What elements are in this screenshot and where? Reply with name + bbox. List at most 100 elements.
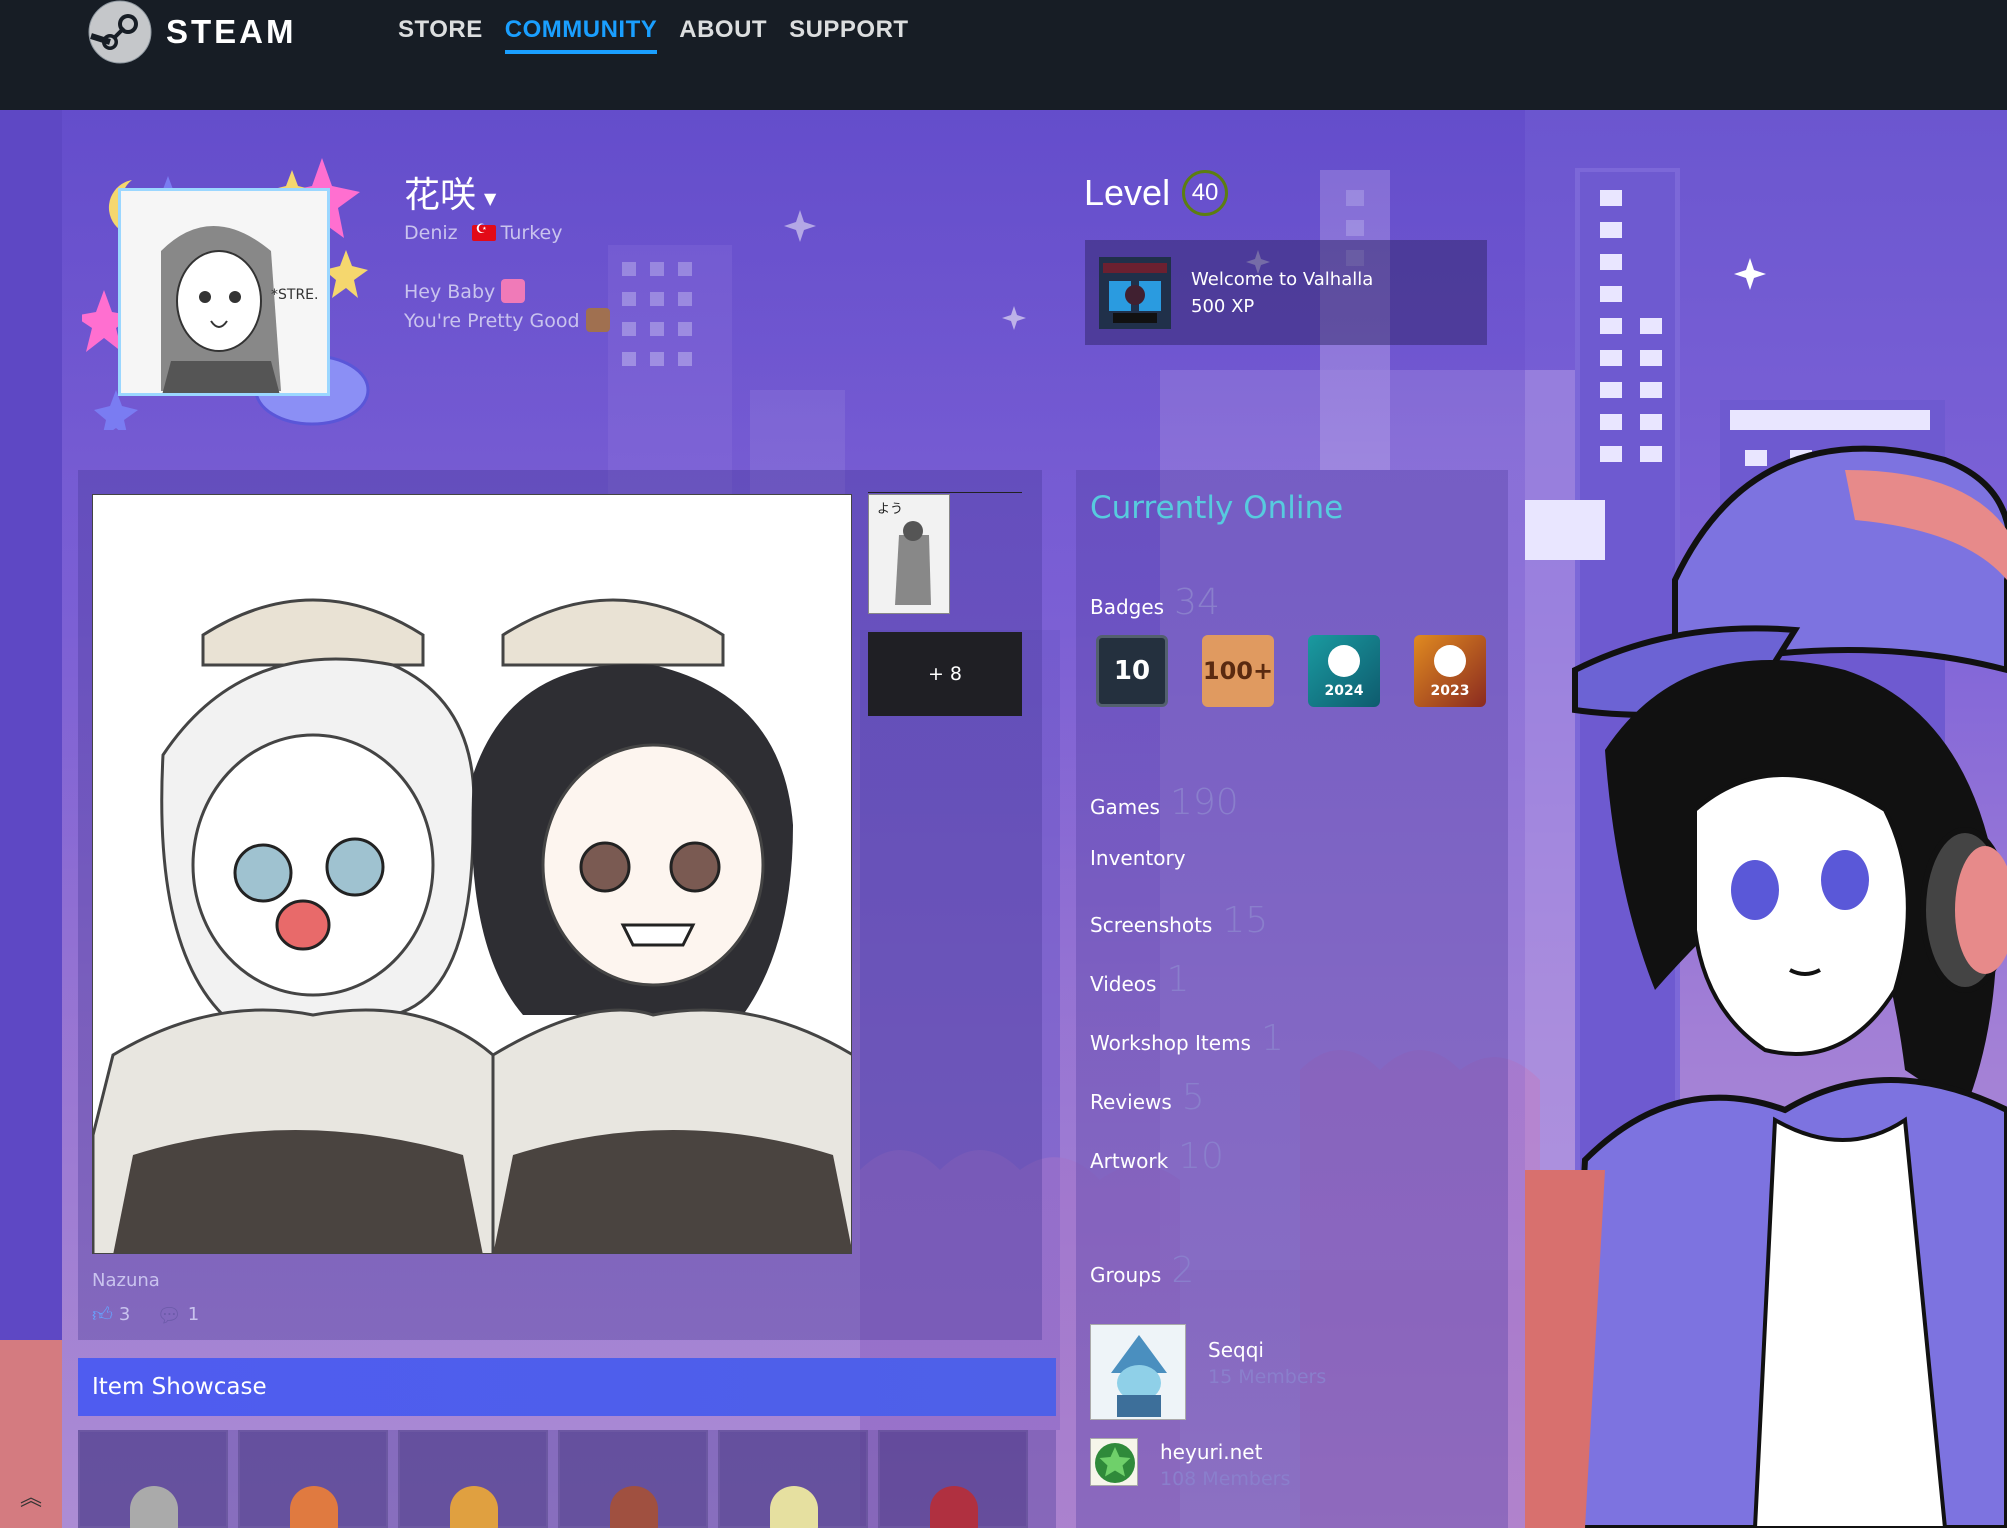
count-value: 2	[1171, 1250, 1195, 1291]
level-badge: 40	[1182, 170, 1229, 216]
badges-link[interactable]: Badges 34	[1090, 582, 1220, 623]
item-showcase	[78, 1430, 1056, 1528]
avatar-frame[interactable]: *STRE.	[82, 140, 378, 430]
avatar-image: *STRE.	[121, 191, 327, 393]
group-members: 15 Members	[1208, 1366, 1327, 1388]
count-label: Videos	[1090, 972, 1157, 996]
badge-name: Welcome to Valhalla	[1191, 268, 1374, 290]
item-showcase-header: Item Showcase	[78, 1358, 1056, 1416]
steam-logo[interactable]: STEAM	[88, 0, 297, 64]
item-emoticon-icon	[450, 1486, 498, 1528]
count-label: Screenshots	[1090, 913, 1213, 937]
group-item-seqqi[interactable]: Seqqi 15 Members	[1090, 1324, 1326, 1420]
steam-wordmark: STEAM	[166, 13, 297, 50]
persona-name-text: 花咲	[404, 175, 477, 216]
persona-name[interactable]: 花咲 ▼	[404, 166, 496, 218]
item-emoticon-icon	[610, 1486, 658, 1528]
country: Turkey	[500, 222, 563, 244]
favorite-badge[interactable]: Welcome to Valhalla 500 XP	[1085, 240, 1487, 345]
item-slot[interactable]	[718, 1430, 868, 1528]
workshop-link[interactable]: Workshop Items 1	[1090, 1018, 1284, 1059]
games-link[interactable]: Games 190	[1090, 782, 1239, 823]
group-info: heyuri.net 108 Members	[1160, 1426, 1290, 1490]
nav-store[interactable]: STORE	[398, 16, 483, 54]
count-label: Artwork	[1090, 1149, 1169, 1173]
count-label: Reviews	[1090, 1090, 1172, 1114]
location: Turkey	[471, 222, 563, 244]
count-value: 5	[1181, 1077, 1205, 1118]
videos-link[interactable]: Videos 1	[1090, 959, 1189, 1000]
turkey-flag-icon	[471, 222, 496, 241]
thumbnail-image: よう	[869, 495, 949, 613]
count-label: Inventory	[1090, 846, 1186, 870]
steam-replay-2024-badge[interactable]: 2024	[1308, 635, 1380, 707]
item-slot[interactable]	[398, 1430, 548, 1528]
count-label: Groups	[1090, 1263, 1162, 1287]
item-slot[interactable]	[78, 1430, 228, 1528]
groups-link[interactable]: Groups 2	[1090, 1250, 1194, 1291]
avatar[interactable]: *STRE.	[118, 188, 330, 396]
screenshot-image	[93, 495, 851, 1253]
nav-support[interactable]: SUPPORT	[789, 16, 909, 54]
reviews-link[interactable]: Reviews 5	[1090, 1077, 1205, 1118]
artwork-link[interactable]: Artwork 10	[1090, 1136, 1224, 1177]
item-emoticon-icon	[770, 1486, 818, 1528]
group-name: heyuri.net	[1160, 1440, 1263, 1464]
games-owned-badge[interactable]: 100+	[1202, 635, 1274, 707]
summary-text-2: You're Pretty Good	[404, 310, 580, 332]
item-emoticon-icon	[130, 1486, 178, 1528]
level-label: Level	[1084, 172, 1171, 213]
steam-icon	[1328, 645, 1360, 677]
profile-page: *STRE. 花咲 ▼ Deniz Turkey Hey Baby You're…	[62, 110, 1525, 1528]
steam-logo-icon	[88, 0, 152, 64]
chevron-down-icon[interactable]: ▼	[484, 189, 496, 208]
comment-icon: 💬︎	[156, 1302, 182, 1327]
favorite-badge-info: Welcome to Valhalla 500 XP	[1191, 266, 1373, 320]
more-screenshots-button[interactable]: + 8	[868, 632, 1022, 716]
thumbs-up-icon: 👍︎	[92, 1302, 113, 1326]
screenshot-showcase: よう + 8 Nazuna 👍︎ 3 💬︎ 1	[78, 470, 1042, 1340]
count-value: 1	[1260, 1018, 1284, 1059]
item-slot[interactable]	[238, 1430, 388, 1528]
steam-replay-2023-badge[interactable]: 2023	[1414, 635, 1486, 707]
profile-level[interactable]: Level 40	[1084, 170, 1229, 216]
nav-community[interactable]: COMMUNITY	[504, 16, 658, 54]
scroll-to-top-icon[interactable]: ︽	[20, 1480, 42, 1512]
badge-text: 10	[1113, 656, 1151, 686]
main-nav: STORE COMMUNITY ABOUT SUPPORT	[398, 16, 909, 54]
inventory-link[interactable]: Inventory	[1090, 846, 1186, 870]
group-name: Seqqi	[1208, 1338, 1264, 1362]
item-slot[interactable]	[558, 1430, 708, 1528]
emoticon-icon	[501, 279, 526, 303]
group-avatar	[1090, 1324, 1186, 1420]
years-of-service-badge[interactable]: 10	[1096, 635, 1168, 707]
badge-text: 2023	[1430, 683, 1470, 699]
item-emoticon-icon	[290, 1486, 338, 1528]
badge-text: 2024	[1324, 683, 1364, 699]
group-item-heyuri[interactable]: heyuri.net 108 Members	[1090, 1438, 1290, 1490]
count-value: 190	[1169, 782, 1239, 823]
online-status: Currently Online	[1090, 490, 1344, 526]
summary-line: Hey Baby	[404, 278, 610, 307]
summary-line: You're Pretty Good	[404, 307, 610, 336]
real-name: Deniz	[404, 222, 458, 244]
real-name-location: Deniz Turkey	[404, 222, 562, 244]
item-emoticon-icon	[930, 1486, 978, 1528]
count-value: 10	[1178, 1136, 1224, 1177]
nav-about[interactable]: ABOUT	[679, 16, 767, 54]
featured-screenshot[interactable]	[92, 494, 852, 1254]
group-info: Seqqi 15 Members	[1208, 1324, 1326, 1388]
screenshot-thumbnail[interactable]: よう	[868, 494, 950, 614]
svg-text:*STRE.: *STRE.	[271, 287, 318, 303]
screenshot-title: Nazuna	[92, 1270, 160, 1291]
rating-stat[interactable]: 👍︎ 3	[92, 1302, 130, 1327]
group-members: 108 Members	[1160, 1468, 1291, 1490]
comment-stat[interactable]: 💬︎ 1	[156, 1302, 199, 1327]
item-slot[interactable]	[878, 1430, 1028, 1528]
profile-sidebar: Currently Online Badges 34 10 100+ 2024 …	[1076, 470, 1508, 1528]
background-art-character	[1525, 110, 2007, 1528]
count-value: 15	[1222, 900, 1269, 941]
divider	[868, 492, 1022, 493]
screenshots-link[interactable]: Screenshots 15	[1090, 900, 1268, 941]
rating-count: 3	[118, 1304, 131, 1325]
